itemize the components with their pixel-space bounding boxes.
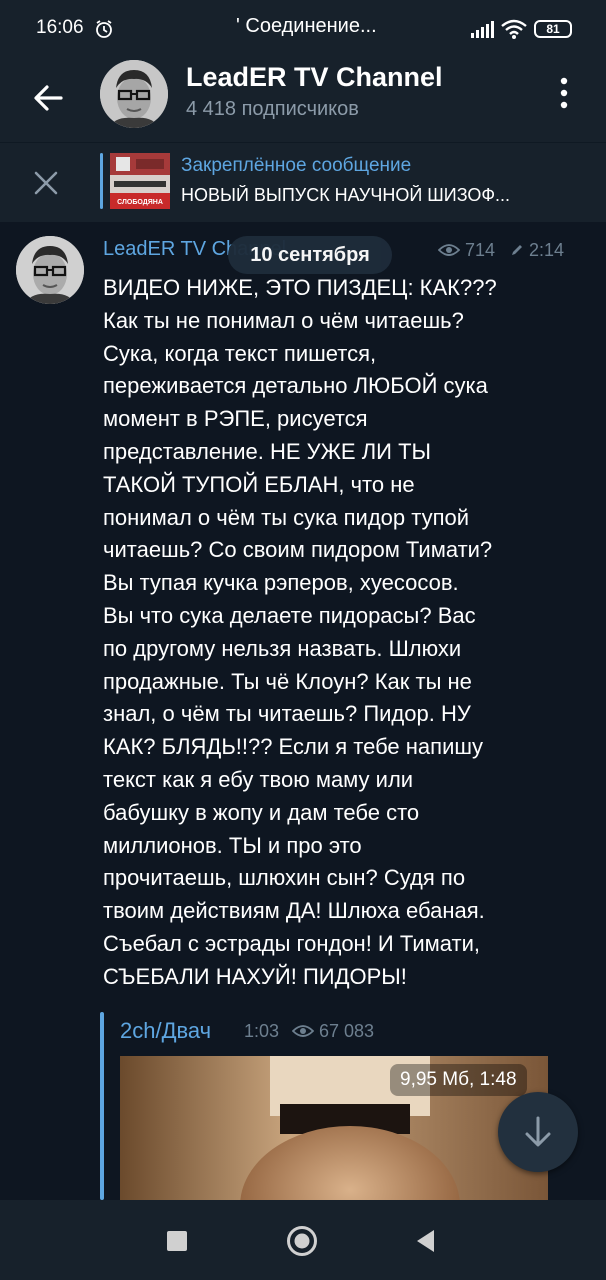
status-bar: 16:06 ' Соединение... 81 [0, 0, 606, 56]
scroll-down-button[interactable] [498, 1092, 578, 1172]
chat-header: LeadER TV Channel 4 418 подписчиков [0, 56, 606, 142]
avatar-portrait [16, 236, 84, 304]
message-views: 714 [438, 240, 495, 261]
eye-icon [438, 244, 460, 256]
message-views-count: 714 [465, 240, 496, 260]
pencil-icon [512, 245, 522, 255]
connection-status: ' Соединение... [236, 15, 377, 37]
back-arrow-icon[interactable] [28, 78, 68, 118]
message-text: ВИДЕО НИЖЕ, ЭТО ПИЗДЕЦ: КАК??? Как ты не… [103, 275, 497, 989]
date-pill: 10 сентября [228, 236, 392, 274]
pinned-message-bar[interactable]: СЛОБОДЯНА Закреплённое сообщение НОВЫЙ В… [0, 142, 606, 222]
thumbnail-caption: СЛОБОДЯНА [117, 199, 163, 206]
forwarded-views: 67 083 [292, 1021, 374, 1042]
message-time-text: 2:14 [529, 240, 565, 260]
back-icon[interactable] [414, 1228, 436, 1254]
recents-icon[interactable] [167, 1231, 187, 1251]
pinned-text: НОВЫЙ ВЫПУСК НАУЧНОЙ ШИЗОФ... [181, 185, 511, 205]
eye-icon [292, 1025, 314, 1037]
battery-icon: 81 [534, 20, 572, 38]
signal-icon [471, 21, 494, 38]
home-icon[interactable] [286, 1225, 318, 1257]
channel-avatar[interactable] [100, 60, 168, 128]
pinned-title: Закреплённое сообщение [181, 155, 412, 176]
message-author-avatar[interactable] [16, 236, 84, 304]
channel-title[interactable]: LeadER TV Channel [186, 62, 443, 93]
forwarded-views-count: 67 083 [319, 1021, 375, 1041]
pinned-accent-bar [100, 153, 103, 209]
forward-accent-bar [100, 1012, 104, 1200]
system-nav-bar [0, 1200, 606, 1280]
more-vert-icon[interactable] [556, 76, 572, 110]
forwarded-time: 1:03 [244, 1021, 280, 1041]
message-time: 2:14 [510, 240, 564, 261]
forwarded-author[interactable]: 2ch/Двач [120, 1018, 211, 1044]
wifi-icon [501, 19, 527, 39]
alarm-icon [96, 20, 112, 38]
subscriber-count: 4 418 подписчиков [186, 98, 359, 120]
close-icon[interactable] [32, 169, 60, 197]
thumbnail-image: СЛОБОДЯНА [110, 153, 170, 209]
arrow-down-icon [525, 1116, 551, 1147]
pinned-thumbnail: СЛОБОДЯНА [110, 153, 170, 209]
status-time: 16:06 [36, 17, 84, 38]
avatar-portrait [100, 60, 168, 128]
